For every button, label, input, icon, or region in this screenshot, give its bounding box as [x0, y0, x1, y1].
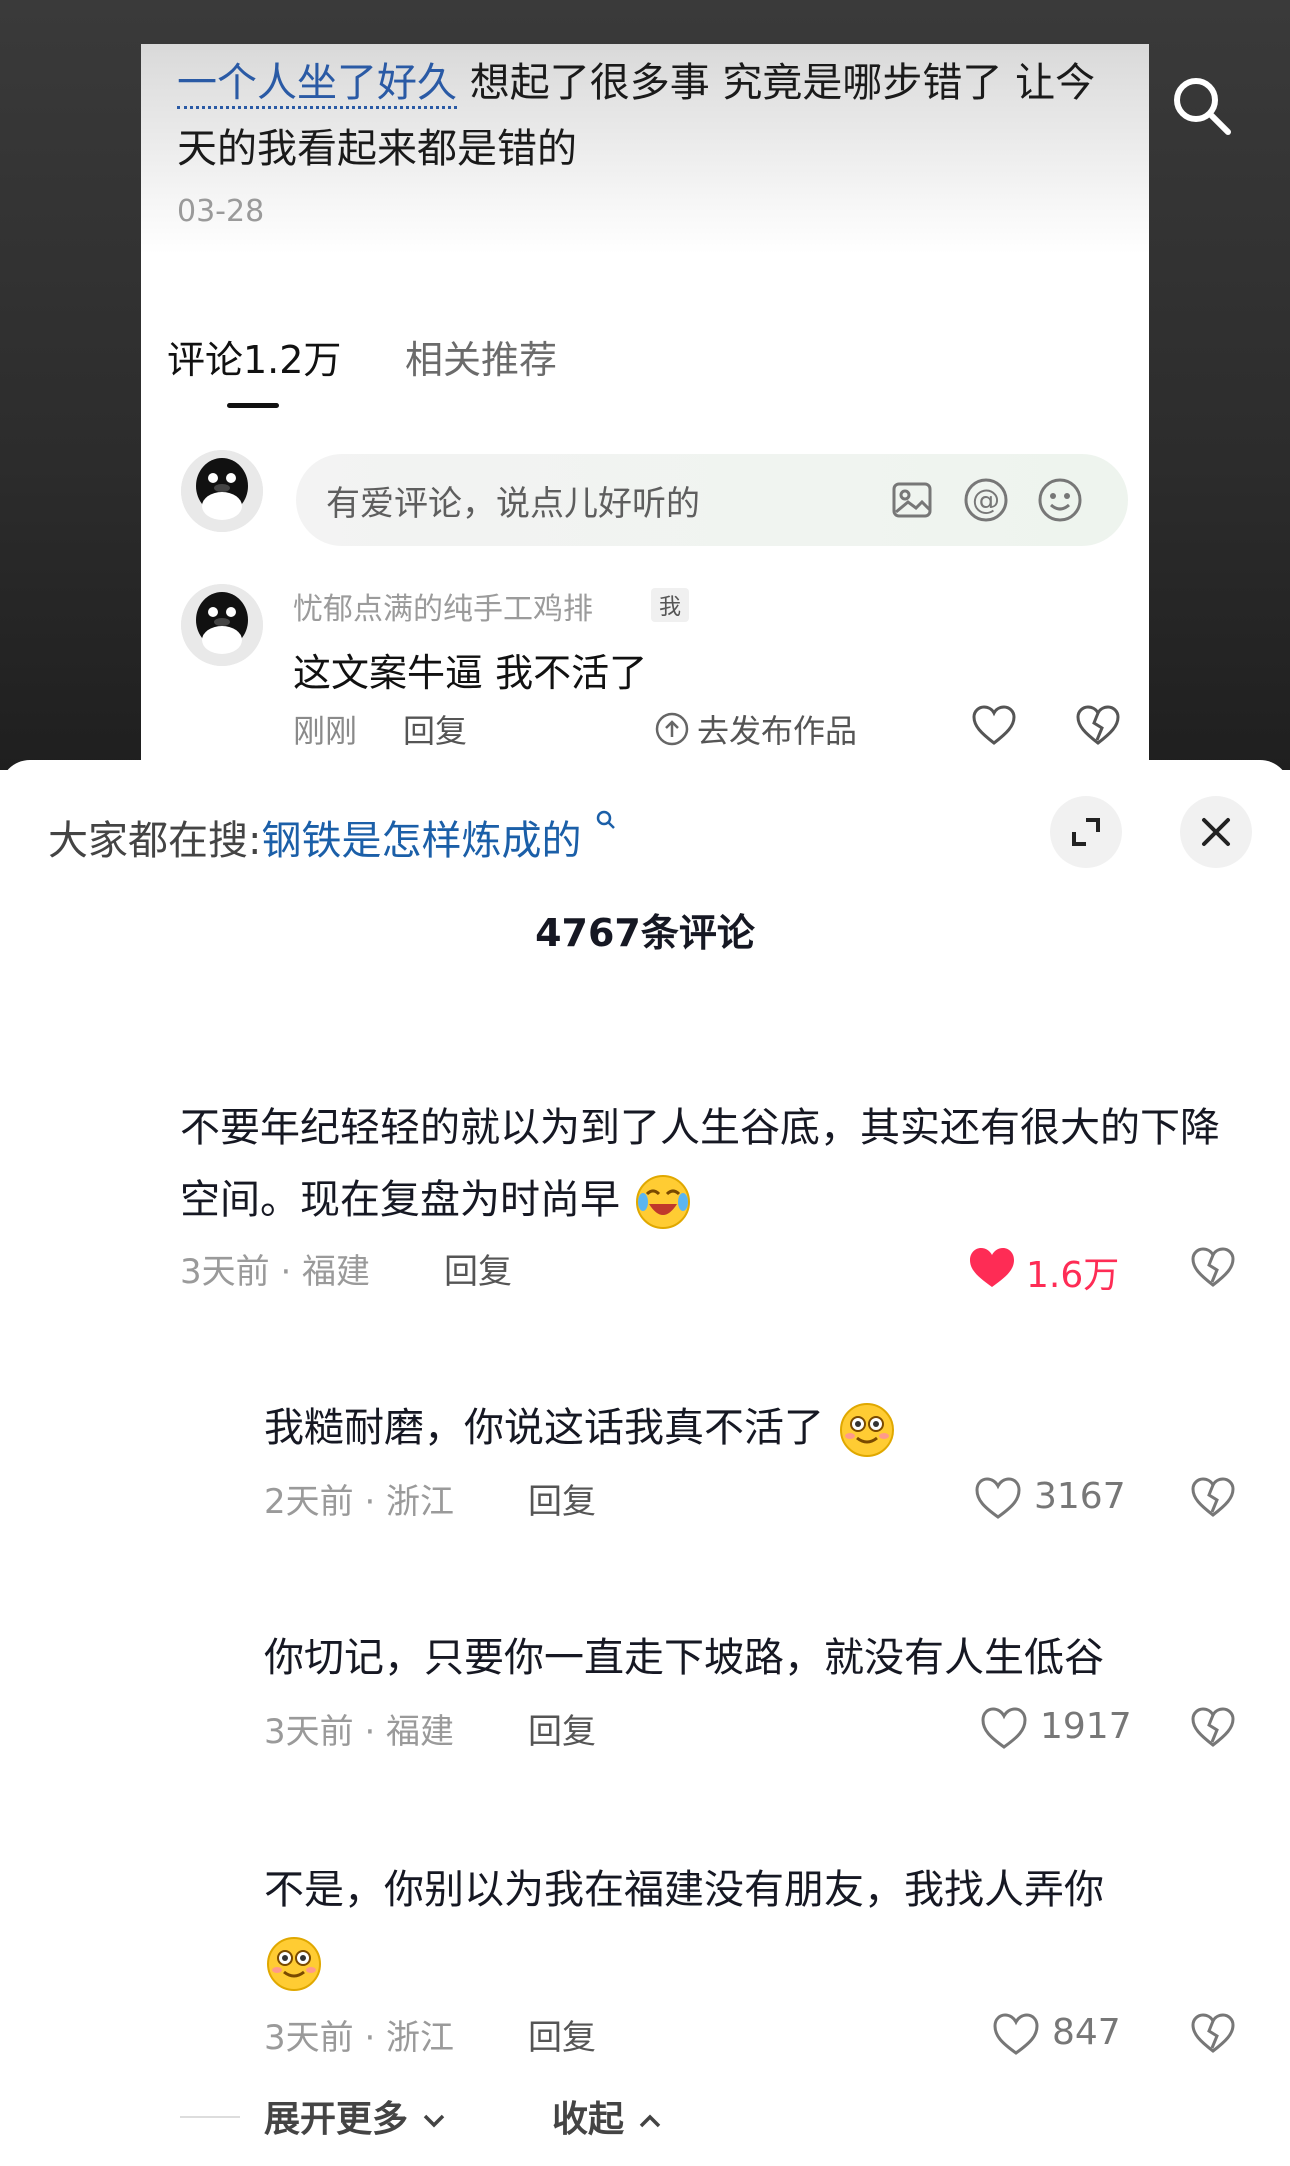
reply-button[interactable]: 回复 [528, 2010, 596, 2059]
divider [180, 2116, 240, 2118]
reply-button[interactable]: 回复 [528, 1474, 596, 1523]
chevron-up-icon [639, 2114, 660, 2128]
svg-text:@: @ [972, 483, 1000, 516]
close-icon [1202, 818, 1230, 846]
reply-button[interactable]: 回复 [528, 1704, 596, 1753]
mention-icon[interactable]: @ [962, 476, 1010, 524]
tab-comments[interactable]: 评论1.2万 [167, 329, 341, 384]
my-comment-time: 刚刚 [293, 712, 358, 750]
tab-related[interactable]: 相关推荐 [405, 329, 557, 384]
comment-text: 你切记，只要你一直走下坡路，就没有人生低谷 [264, 1622, 1254, 1694]
dislike-icon[interactable] [1190, 1706, 1236, 1748]
comment-meta: 3天前 · 浙江 [264, 2018, 455, 2058]
search-icon[interactable] [1170, 74, 1234, 138]
reply-button[interactable]: 回复 [444, 1244, 512, 1293]
comment-sheet: 大家都在搜:钢铁是怎样炼成的 4767条评论 不要年纪轻轻的就以为到了人生谷底，… [0, 760, 1290, 2166]
like-count: 1917 [1040, 1706, 1132, 1747]
close-button[interactable] [1180, 796, 1252, 868]
comment-text-body: 我糙耐磨，你说这话我真不活了 [264, 1405, 824, 1451]
comment-input[interactable]: 有爱评论，说点儿好听的 @ [296, 454, 1128, 546]
comment-text-body: 不要年纪轻轻的就以为到了人生谷底，其实还有很大的下降空间。现在复盘为时尚早 [180, 1105, 1220, 1223]
smile-emoji-icon [839, 1403, 894, 1457]
expand-more-button[interactable]: 展开更多 [264, 2090, 447, 2142]
like-count: 1.6万 [1026, 1255, 1120, 1296]
crying-laugh-emoji-icon [635, 1175, 690, 1229]
small-search-icon [596, 810, 616, 829]
post-card: 一个人坐了好久 想起了很多事 究竟是哪步错了 让今天的我看起来都是错的 03-2… [141, 44, 1149, 774]
avatar[interactable] [181, 450, 263, 532]
collapse-button[interactable]: 收起 [552, 2090, 663, 2142]
comment-text: 我糙耐磨，你说这话我真不活了 [264, 1392, 1254, 1464]
dislike-icon[interactable] [1075, 704, 1121, 746]
trending-search[interactable]: 大家都在搜:钢铁是怎样炼成的 [48, 808, 618, 866]
collapse-label: 收起 [552, 2099, 625, 2140]
like-count: 847 [1052, 2012, 1121, 2053]
image-icon[interactable] [888, 476, 936, 524]
like-icon[interactable] [980, 1706, 1028, 1750]
my-comment-reply-button[interactable]: 回复 [403, 706, 467, 752]
comment-text: 不是，你别以为我在福建没有朋友，我找人弄你 [264, 1854, 1214, 1998]
caption-highlight[interactable]: 一个人坐了好久 [177, 60, 457, 109]
post-caption: 一个人坐了好久 想起了很多事 究竟是哪步错了 让今天的我看起来都是错的 [177, 50, 1117, 182]
comment-text-body: 不是，你别以为我在福建没有朋友，我找人弄你 [264, 1867, 1104, 1913]
publish-work-button[interactable]: 去发布作品 [697, 706, 857, 752]
comment-count: 4767条评论 [535, 911, 755, 955]
trending-search-label: 大家都在搜: [48, 818, 262, 864]
tab-underline [227, 403, 279, 408]
comment-text: 不要年纪轻轻的就以为到了人生谷底，其实还有很大的下降空间。现在复盘为时尚早 [180, 1092, 1250, 1236]
comment-meta: 3天前 · 福建 [180, 1252, 371, 1292]
like-icon[interactable] [974, 1476, 1022, 1520]
dislike-icon[interactable] [1190, 1246, 1236, 1288]
expand-more-label: 展开更多 [264, 2099, 409, 2140]
my-avatar[interactable] [181, 584, 263, 666]
trending-search-keyword[interactable]: 钢铁是怎样炼成的 [261, 818, 581, 864]
like-icon[interactable] [992, 2012, 1040, 2056]
comment-meta: 2天前 · 浙江 [264, 1482, 455, 1522]
dislike-icon[interactable] [1190, 2012, 1236, 2054]
me-badge: 我 [651, 588, 690, 622]
dislike-icon[interactable] [1190, 1476, 1236, 1518]
expand-icon [1072, 818, 1100, 846]
comment-meta: 3天前 · 福建 [264, 1712, 455, 1752]
smile-emoji-icon [267, 1937, 321, 1991]
like-icon[interactable] [971, 704, 1017, 746]
post-date: 03-28 [177, 194, 265, 229]
my-comment-text: 这文案牛逼 我不活了 [293, 651, 648, 695]
like-count: 3167 [1034, 1476, 1126, 1517]
comment-input-placeholder: 有爱评论，说点儿好听的 [326, 484, 700, 524]
comment-text-body: 你切记，只要你一直走下坡路，就没有人生低谷 [264, 1635, 1104, 1681]
expand-button[interactable] [1050, 796, 1122, 868]
emoji-icon[interactable] [1036, 476, 1084, 524]
my-comment-username[interactable]: 忧郁点满的纯手工鸡排 [293, 584, 593, 628]
chevron-down-icon [423, 2114, 444, 2128]
liked-heart-icon[interactable] [968, 1246, 1016, 1290]
upload-icon[interactable] [655, 712, 689, 746]
